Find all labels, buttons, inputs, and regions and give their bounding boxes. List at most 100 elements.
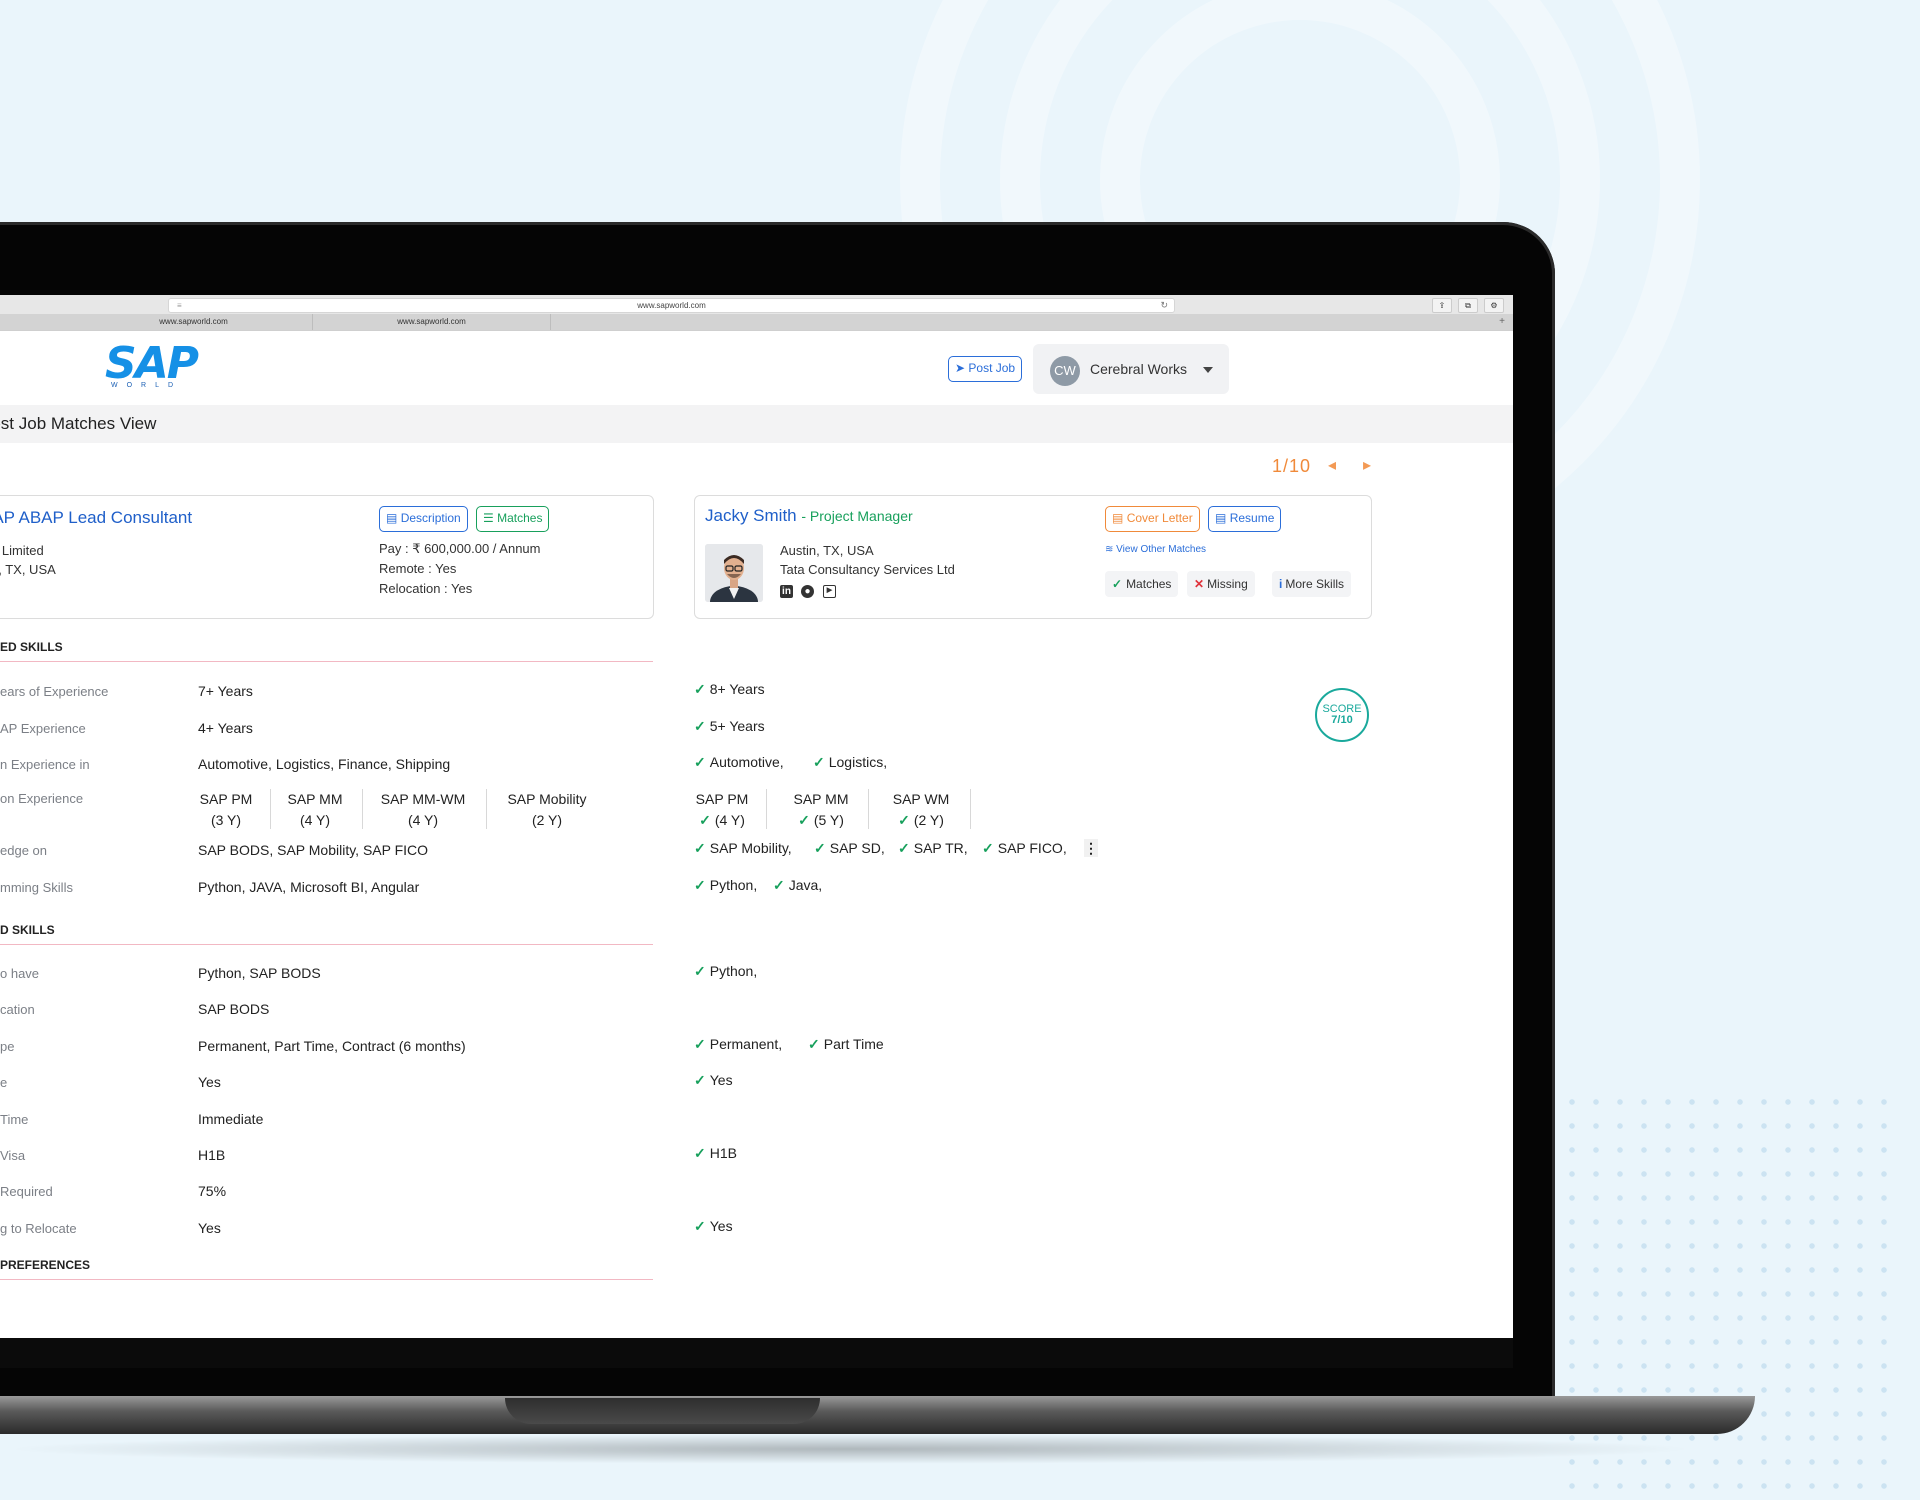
module-candidate: SAP WM ✓ (2 Y) (880, 789, 962, 831)
job-remote: Remote : Yes (379, 561, 457, 576)
sap-world-logo[interactable]: SAP WORLD (105, 342, 215, 392)
column-divider (970, 789, 971, 829)
match-text: 8+ Years (709, 681, 765, 697)
account-name: Cerebral Works (1090, 361, 1187, 377)
logo-subtext: WORLD (111, 382, 183, 389)
screen-bezel-bottom (0, 1338, 1513, 1368)
match-item: ✓ Python, (694, 963, 757, 980)
check-icon: ✓ (694, 840, 706, 856)
share-icon[interactable]: ⇪ (1432, 298, 1452, 313)
job-relocation: Relocation : Yes (379, 581, 473, 596)
more-skills-filter-chip[interactable]: i More Skills (1272, 571, 1352, 597)
previous-arrow-icon[interactable]: ◂ (1328, 455, 1336, 475)
video-icon[interactable]: ▶ (823, 585, 836, 598)
resume-button[interactable]: ▤ Resume (1208, 506, 1282, 532)
check-icon: ✓ (694, 1218, 706, 1234)
module-years: (5 Y) (813, 812, 844, 828)
module-name: SAP PM (695, 791, 749, 807)
close-icon: ✕ (1194, 577, 1205, 591)
match-pager-count: 1/10 (1272, 456, 1312, 476)
laptop-base (0, 1396, 1755, 1434)
chip-label: Missing (1207, 577, 1248, 591)
cover-letter-button[interactable]: ▤ Cover Letter (1105, 506, 1200, 532)
row-label: g to Relocate (0, 1221, 77, 1236)
chevron-down-icon (1203, 367, 1213, 373)
matches-button[interactable]: ☰ Matches (476, 506, 550, 532)
module-years: (4 Y) (407, 812, 439, 828)
module-name: SAP MM (793, 791, 849, 807)
description-label: Description (400, 511, 461, 525)
list-icon: ☰ (483, 511, 494, 525)
laptop-notch (505, 1398, 820, 1424)
github-icon[interactable]: ● (801, 585, 814, 598)
candidate-card: Jacky Smith - Project Manager Austin, TX… (694, 495, 1372, 619)
desired-skills-heading: D SKILLS (0, 923, 55, 937)
column-divider (486, 789, 487, 829)
tabs-icon[interactable]: ⧉ (1458, 298, 1478, 313)
match-text: SAP Mobility, (709, 840, 792, 856)
description-button[interactable]: ▤ Description (379, 506, 468, 532)
match-text: Automotive, (709, 754, 784, 770)
settings-icon[interactable]: ⚙ (1484, 298, 1504, 313)
logo-text: SAP (105, 338, 199, 389)
module-years-line: ✓ (2 Y) (880, 810, 962, 831)
check-icon: ✓ (694, 718, 706, 734)
module-name: SAP MM (287, 791, 343, 807)
module-required: SAP MM-WM (4 Y) (375, 789, 471, 831)
check-icon: ✓ (694, 1072, 706, 1088)
matches-filter-chip[interactable]: ✓ Matches (1105, 571, 1179, 597)
row-value: Immediate (198, 1111, 264, 1127)
check-icon: ✓ (814, 840, 826, 856)
new-tab-icon[interactable]: + (1499, 314, 1505, 330)
match-text: Python, (709, 877, 758, 893)
address-bar[interactable]: ≡ www.sapworld.com ↻ (168, 298, 1175, 313)
match-item: ✓ SAP Mobility, (694, 840, 792, 857)
document-icon: ▤ (1215, 511, 1227, 525)
row-label: Time (0, 1112, 29, 1127)
row-value: SAP BODS, SAP Mobility, SAP FICO (198, 842, 429, 858)
module-candidate: SAP PM ✓ (4 Y) (694, 789, 750, 831)
check-icon: ✓ (798, 812, 810, 828)
module-required: SAP PM (3 Y) (198, 789, 254, 831)
view-other-matches-label: View Other Matches (1116, 544, 1207, 555)
row-label: n Experience in (0, 757, 90, 772)
job-title[interactable]: SAP ABAP Lead Consultant (0, 508, 192, 528)
laptop-screen: ≡ www.sapworld.com ↻ ⇪ ⧉ ⚙ www.sapworld.… (0, 295, 1513, 1338)
match-text: Part Time (823, 1036, 884, 1052)
check-icon: ✓ (694, 1036, 706, 1052)
module-required: SAP MM (4 Y) (285, 789, 345, 831)
match-text: Yes (709, 1072, 733, 1088)
reload-icon[interactable]: ↻ (1160, 299, 1168, 312)
next-arrow-icon[interactable]: ▸ (1363, 455, 1371, 475)
row-label: ears of Experience (0, 684, 109, 699)
browser-tab[interactable]: www.sapworld.com (75, 314, 313, 330)
match-item: ✓ Python, (694, 877, 757, 894)
post-job-button[interactable]: ➤ Post Job (948, 356, 1023, 382)
candidate-name[interactable]: Jacky Smith (705, 506, 797, 525)
account-menu[interactable]: CW Cerebral Works (1033, 344, 1229, 394)
menu-icon[interactable]: ≡ (177, 299, 182, 312)
browser-tab[interactable]: www.sapworld.com (313, 314, 551, 330)
job-company: o Limited (0, 543, 44, 558)
check-icon: ✓ (694, 877, 706, 893)
match-item: ✓ H1B (694, 1145, 737, 1162)
linkedin-icon[interactable]: in (780, 585, 793, 598)
match-text: Python, (709, 963, 758, 979)
module-name: SAP PM (199, 791, 253, 807)
resume-label: Resume (1229, 511, 1275, 525)
check-icon: ✓ (808, 1036, 820, 1052)
module-years-line: ✓ (5 Y) (780, 810, 862, 831)
check-icon: ✓ (694, 681, 706, 697)
candidate-company: Tata Consultancy Services Ltd (780, 562, 955, 577)
match-text: Permanent, (709, 1036, 783, 1052)
check-icon: ✓ (694, 963, 706, 979)
job-card: SAP ABAP Lead Consultant o Limited n, TX… (0, 495, 654, 619)
module-name: SAP WM (892, 791, 950, 807)
section-divider (0, 661, 653, 662)
missing-filter-chip[interactable]: ✕ Missing (1187, 571, 1255, 597)
check-icon: ✓ (773, 877, 785, 893)
match-item: ✓ Yes (694, 1218, 733, 1235)
view-other-matches-link[interactable]: ≋ View Other Matches (1105, 544, 1206, 555)
module-years: (2 Y) (913, 812, 944, 828)
more-options-icon[interactable]: ⋮ (1084, 839, 1098, 857)
